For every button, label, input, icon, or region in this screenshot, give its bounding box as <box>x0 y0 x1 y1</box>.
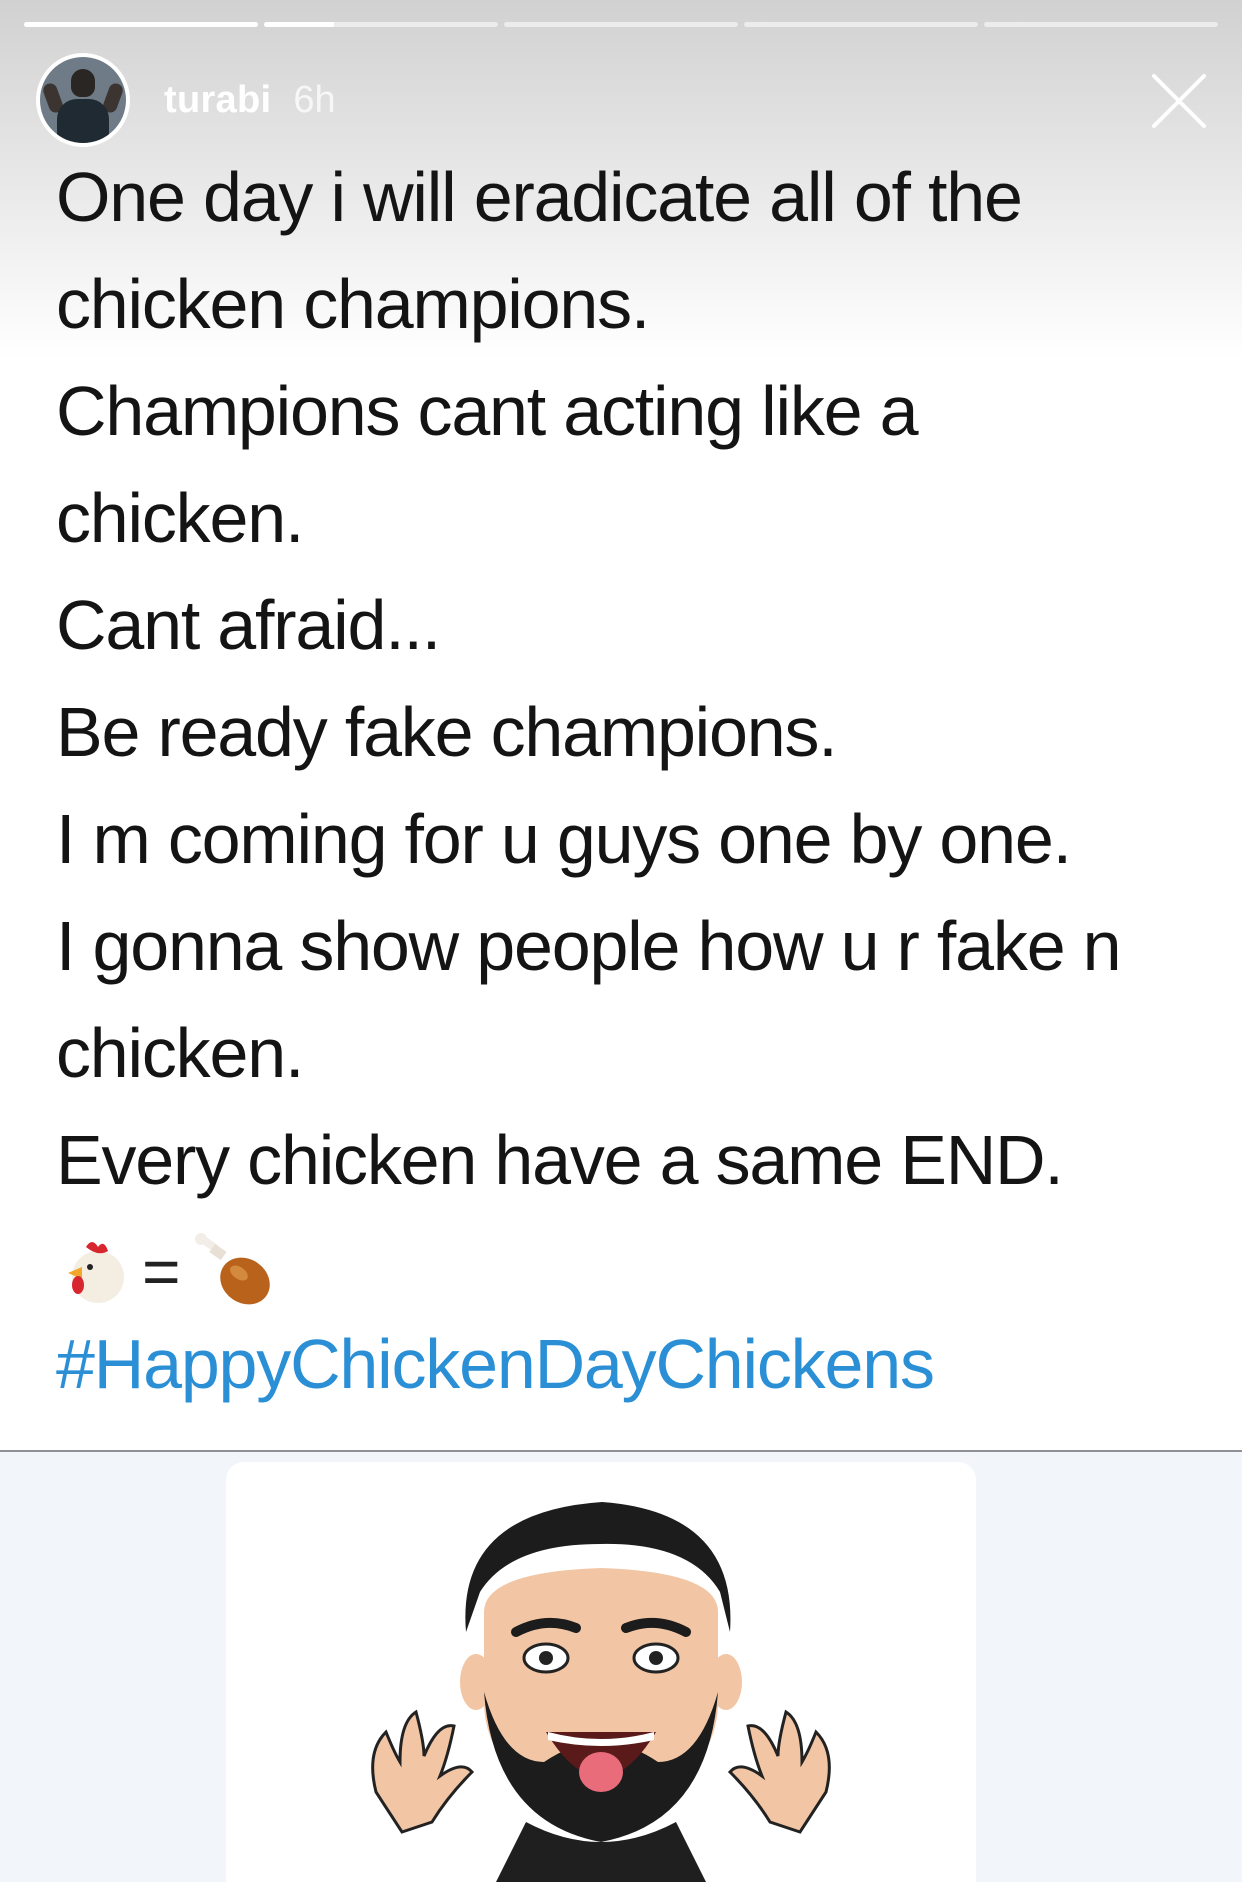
progress-segment <box>984 22 1218 27</box>
emoji-equation: = <box>56 1226 275 1316</box>
story-header: turabi 6h <box>36 52 336 148</box>
tweet-line: I m coming for u guys one by one. <box>56 800 1072 878</box>
bitmoji-card <box>226 1462 976 1902</box>
progress-segment <box>24 22 258 27</box>
tweet-line: I gonna show people how u r fake n <box>56 907 1122 985</box>
bitmoji-character <box>371 1502 831 1882</box>
username[interactable]: turabi <box>164 79 271 122</box>
chicken-emoji-icon <box>68 1242 124 1303</box>
tweet-line: chicken. <box>56 479 304 557</box>
user-avatar[interactable] <box>36 53 130 147</box>
tweet-text: One day i will eradicate all of the chic… <box>56 144 1196 1214</box>
equals-sign: = <box>142 1234 181 1308</box>
hashtag-link[interactable]: #HappyChickenDayChickens <box>56 1314 935 1414</box>
progress-segment <box>744 22 978 27</box>
progress-segment <box>264 22 498 27</box>
story-progress-bar <box>24 22 1218 28</box>
tweet-line: Be ready fake champions. <box>56 693 838 771</box>
tweet-line: Cant afraid... <box>56 586 441 664</box>
tweet-line: One day i will eradicate all of the <box>56 158 1023 236</box>
close-icon[interactable] <box>1150 72 1208 130</box>
avatar-photo <box>40 57 126 143</box>
post-time: 6h <box>293 78 336 121</box>
tweet-line: Every chicken have a same END. <box>56 1121 1064 1199</box>
tweet-line: chicken champions. <box>56 265 650 343</box>
tweet-line: Champions cant acting like a <box>56 372 919 450</box>
progress-segment <box>504 22 738 27</box>
tweet-line: chicken. <box>56 1014 304 1092</box>
drumstick-emoji-icon <box>194 1233 270 1305</box>
